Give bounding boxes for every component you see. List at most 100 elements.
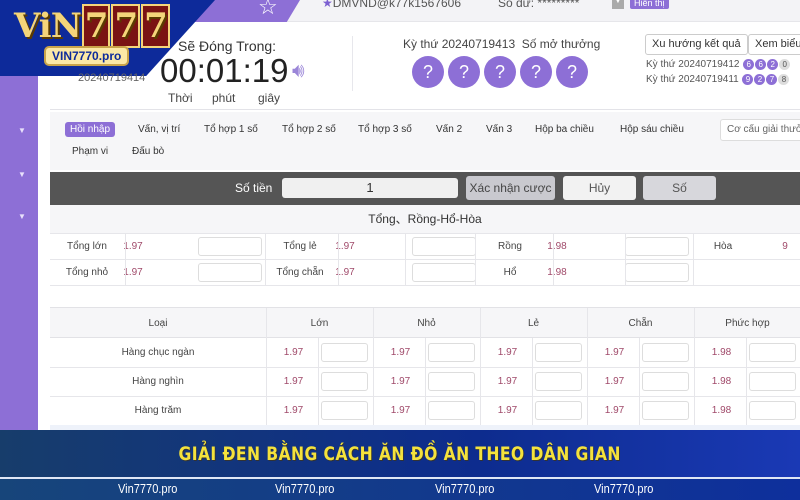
bet-input[interactable]	[198, 263, 262, 282]
history-ball: 2	[767, 59, 779, 70]
bet-input[interactable]	[625, 237, 689, 256]
chevron-down-icon[interactable]: ▼	[18, 126, 26, 135]
bet-input[interactable]	[198, 237, 262, 256]
odds-value: 1.97	[283, 376, 304, 387]
bet-input[interactable]	[321, 372, 368, 391]
banner: GIẢI ĐEN BẰNG CÁCH ĂN ĐỒ ĂN THEO DÂN GIA…	[0, 430, 800, 478]
tab-van-vi-tri[interactable]: Vấn, vị trí	[138, 124, 180, 135]
bet-input[interactable]	[642, 343, 689, 362]
chevron-down-icon[interactable]: ▼	[18, 170, 26, 179]
tab-van-3[interactable]: Vấn 3	[486, 124, 512, 135]
tab-hop-sau-chieu[interactable]: Hộp sáu chiều	[620, 124, 684, 135]
bet-input[interactable]	[412, 237, 476, 256]
footer-link[interactable]: Vin7770.pro	[435, 481, 494, 496]
result-ball: ?	[412, 56, 444, 88]
tab-van-2[interactable]: Vấn 2	[436, 124, 462, 135]
tab-to-hop-2[interactable]: Tổ hợp 2 số	[282, 124, 336, 135]
tab-dau-bo[interactable]: Đấu bò	[132, 146, 164, 157]
odds-value: 1.97	[604, 405, 625, 416]
unit-seconds: giây	[258, 91, 281, 105]
result-label: Số mở thưởng	[521, 37, 601, 51]
banner-text: GIẢI ĐEN BẰNG CÁCH ĂN ĐỒ ĂN THEO DÂN GIA…	[178, 443, 622, 465]
tab-hop-ba-chieu[interactable]: Hộp ba chiều	[535, 124, 594, 135]
history-ball: 0	[779, 59, 791, 70]
show-balance-button[interactable]: Hiển thị	[630, 0, 669, 9]
chevron-down-icon[interactable]: ▼	[18, 212, 26, 221]
bet-input[interactable]	[749, 372, 796, 391]
user-icon: ★	[322, 0, 333, 10]
bet-input[interactable]	[535, 372, 582, 391]
chart-button[interactable]: Xem biểu	[748, 34, 800, 55]
tab-pham-vi[interactable]: Phạm vi	[72, 146, 108, 157]
number-button[interactable]: Số	[643, 176, 716, 200]
trend-button[interactable]: Xu hướng kết quả	[645, 34, 748, 55]
bet-input[interactable]	[642, 372, 689, 391]
amount-input[interactable]: 1	[282, 178, 458, 198]
footer-link[interactable]: Vin7770.pro	[118, 481, 177, 496]
divider	[553, 233, 554, 285]
bet-input[interactable]	[321, 343, 368, 362]
divider	[532, 396, 533, 425]
result-ball: ?	[556, 56, 588, 88]
section-title: Tổng、Rồng-Hổ-Hòa	[50, 205, 800, 233]
footer-link[interactable]: Vin7770.pro	[275, 481, 334, 496]
column-header: Lớn	[310, 318, 329, 329]
bet-input[interactable]	[642, 401, 689, 420]
divider	[338, 233, 339, 285]
odds-label: Hòa	[713, 241, 733, 252]
column-header: Loại	[148, 318, 168, 329]
tab-to-hop-3[interactable]: Tổ hợp 3 số	[358, 124, 412, 135]
odds-value: 1.97	[283, 347, 304, 358]
divider	[532, 338, 533, 367]
divider	[50, 259, 800, 260]
column-header: Lẻ	[527, 318, 540, 329]
divider	[50, 233, 800, 234]
confirm-bet-button[interactable]: Xác nhận cược	[466, 176, 555, 200]
bet-input[interactable]	[625, 263, 689, 282]
bet-input[interactable]	[535, 343, 582, 362]
balance-dropdown-icon[interactable]: ▼	[612, 0, 624, 9]
unit-minutes: phút	[212, 91, 236, 105]
footer-link[interactable]: Vin7770.pro	[594, 481, 653, 496]
account-text: DMVND@k77k1567606	[332, 0, 462, 10]
odds-value: 9	[782, 241, 788, 252]
bet-input[interactable]	[749, 401, 796, 420]
odds-value: 1.97	[390, 347, 411, 358]
odds-value: 1.97	[390, 376, 411, 387]
odds-value: 1.97	[497, 347, 518, 358]
bet-input[interactable]	[412, 263, 476, 282]
odds-value: 1.98	[547, 241, 567, 252]
bet-input[interactable]	[428, 343, 475, 362]
round-label: Kỳ thứ 20240719413	[403, 37, 516, 51]
bet-input[interactable]	[749, 343, 796, 362]
speaker-icon[interactable]: 🔊︎	[292, 60, 305, 83]
odds-value: 1.97	[390, 405, 411, 416]
odds-value: 1.97	[283, 405, 304, 416]
star-icon[interactable]: ☆	[258, 0, 278, 20]
divider	[625, 233, 626, 285]
bet-input[interactable]	[428, 372, 475, 391]
sidebar: ▼ ▼ ▼	[0, 76, 38, 430]
column-header: Chẵn	[628, 318, 653, 329]
divider	[639, 396, 640, 425]
row-label: Hàng nghìn	[132, 376, 184, 387]
odds-value: 1.97	[123, 267, 143, 278]
tab-hoi-nhap[interactable]: Hồi nhập	[65, 122, 116, 137]
divider	[318, 367, 319, 396]
prize-structure-select[interactable]: Cơ cấu giải thưởng	[720, 119, 800, 141]
result-ball: ?	[448, 56, 480, 88]
divider	[318, 338, 319, 367]
tab-to-hop-1[interactable]: Tổ hợp 1 số	[204, 124, 258, 135]
odds-value: 1.98	[711, 347, 732, 358]
bet-input[interactable]	[321, 401, 368, 420]
divider	[318, 396, 319, 425]
bet-input[interactable]	[535, 401, 582, 420]
odds-value: 1.98	[711, 376, 732, 387]
divider	[125, 233, 126, 285]
cancel-button[interactable]: Hủy	[563, 176, 636, 200]
divider	[532, 367, 533, 396]
history-label: Kỳ thứ 20240719411	[646, 74, 739, 85]
column-header: Phức hợp	[725, 318, 770, 329]
bet-input[interactable]	[428, 401, 475, 420]
logo-domain: VIN7770.pro	[44, 46, 130, 66]
